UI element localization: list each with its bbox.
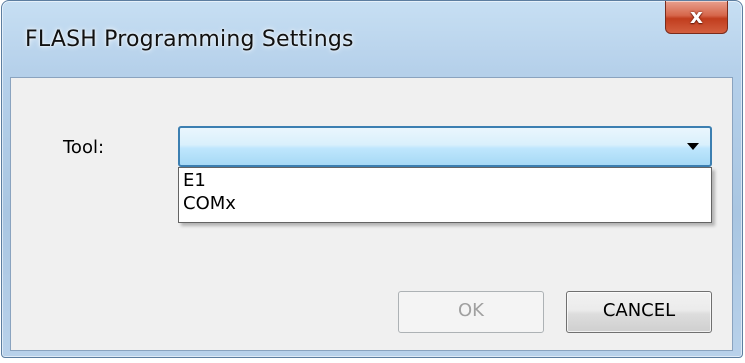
dropdown-option-comx[interactable]: COMx [183, 193, 236, 215]
chevron-down-icon[interactable] [687, 143, 699, 150]
title-bar[interactable]: FLASH Programming Settings x [2, 1, 742, 77]
cancel-button[interactable]: CANCEL [566, 291, 712, 333]
close-button[interactable]: x [665, 1, 728, 34]
ok-button: OK [398, 291, 544, 333]
window-title: FLASH Programming Settings [25, 27, 354, 52]
dialog-client-area: Tool: E1 COMx OK CANCEL [10, 77, 733, 351]
dropdown-option-e1[interactable]: E1 [183, 170, 206, 192]
close-icon: x [690, 4, 703, 28]
tool-combobox[interactable] [178, 126, 712, 167]
tool-label: Tool: [63, 137, 105, 158]
tool-dropdown-list: E1 COMx [178, 167, 712, 223]
dialog-window: FLASH Programming Settings x Tool: E1 CO… [1, 0, 743, 358]
